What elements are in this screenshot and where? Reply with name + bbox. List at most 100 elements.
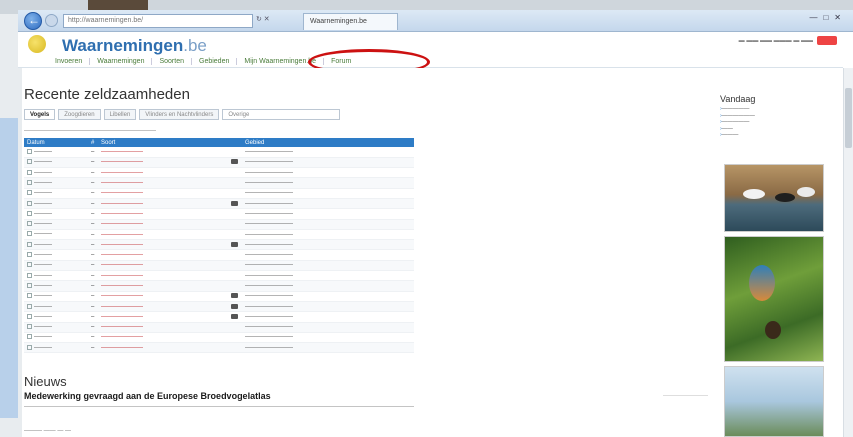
tab-vogels[interactable]: Vogels xyxy=(24,109,56,120)
row-species[interactable]: ——————— xyxy=(98,188,228,199)
back-button[interactable] xyxy=(24,12,42,30)
row-date: ——— xyxy=(24,239,88,251)
row-species[interactable]: ——————— xyxy=(98,167,228,179)
background-left-panel xyxy=(0,118,18,418)
row-count: – xyxy=(88,301,98,313)
table-row[interactable]: ——— – ——————— ———————— xyxy=(24,219,414,230)
row-species[interactable]: ——————— xyxy=(98,342,228,354)
pager[interactable]: ——— —— — — xyxy=(24,428,71,434)
col-soort[interactable]: Soort xyxy=(98,138,228,147)
nav-waarnemingen[interactable]: Waarnemingen xyxy=(90,58,153,65)
row-count: – xyxy=(88,280,98,292)
row-species[interactable]: ——————— xyxy=(98,301,228,313)
row-date: ——— xyxy=(24,260,88,272)
row-species[interactable]: ——————— xyxy=(98,147,228,158)
table-row[interactable]: ——— – ——————— ———————— xyxy=(24,311,414,323)
today-list: ————— —————— ————— —— ——— xyxy=(720,106,843,139)
table-row[interactable]: ——— – ——————— ———————— xyxy=(24,167,414,179)
table-row[interactable]: ——— – ——————— ———————— xyxy=(24,188,414,199)
site-logo[interactable]: Waarnemingen.be xyxy=(62,36,207,56)
row-count: – xyxy=(88,260,98,272)
logo-suffix: .be xyxy=(183,36,207,55)
row-photo-icon xyxy=(228,147,242,158)
species-group-select[interactable]: Overige xyxy=(222,109,341,120)
tab-libellen[interactable]: Libellen xyxy=(103,109,137,120)
table-row[interactable]: ——— – ——————— ———————— xyxy=(24,342,414,354)
row-date: ——— xyxy=(24,301,88,313)
row-count: – xyxy=(88,229,98,241)
row-photo-icon xyxy=(228,322,242,333)
row-species[interactable]: ——————— xyxy=(98,219,228,230)
row-species[interactable]: ——————— xyxy=(98,157,228,169)
col-gebied[interactable]: Gebied xyxy=(242,138,414,147)
top-user-links[interactable]: ▬ ▬▬ ▬▬ ▬▬▬ ▬ ▬▬ xyxy=(739,38,813,44)
row-photo-icon xyxy=(228,249,242,261)
row-date: ——— xyxy=(24,270,88,282)
row-species[interactable]: ——————— xyxy=(98,311,228,323)
table-row[interactable]: ——— – ——————— ———————— xyxy=(24,177,414,189)
row-date: ——— xyxy=(24,311,88,323)
row-species[interactable]: ——————— xyxy=(98,280,228,292)
browser-tab[interactable]: Waarnemingen.be xyxy=(303,13,398,30)
address-bar[interactable]: http://waarnemingen.be/ xyxy=(63,14,253,28)
forward-button[interactable] xyxy=(45,14,58,27)
row-date: ——— xyxy=(24,332,88,344)
photo-avocets[interactable] xyxy=(724,164,824,232)
table-row[interactable]: ——— – ——————— ———————— xyxy=(24,332,414,344)
row-photo-icon xyxy=(228,167,242,179)
table-row[interactable]: ——— – ——————— ———————— xyxy=(24,249,414,261)
table-row[interactable]: ——— – ——————— ———————— xyxy=(24,260,414,272)
refresh-icon[interactable]: ↻ ✕ xyxy=(256,15,270,23)
row-photo-icon xyxy=(228,280,242,292)
nav-soorten[interactable]: Soorten xyxy=(152,58,192,65)
table-row[interactable]: ——— – ——————— ———————— xyxy=(24,208,414,220)
table-row[interactable]: ——— – ——————— ———————— xyxy=(24,229,414,241)
table-row[interactable]: ——— – ——————— ———————— xyxy=(24,198,414,210)
col-count[interactable]: # xyxy=(88,138,98,147)
row-location: ———————— xyxy=(242,280,414,292)
row-species[interactable]: ——————— xyxy=(98,239,228,251)
table-row[interactable]: ——— – ——————— ———————— xyxy=(24,147,414,158)
row-species[interactable]: ——————— xyxy=(98,260,228,272)
row-location: ———————— xyxy=(242,188,414,199)
row-species[interactable]: ——————— xyxy=(98,322,228,333)
table-row[interactable]: ——— – ——————— ———————— xyxy=(24,157,414,169)
row-species[interactable]: ——————— xyxy=(98,198,228,210)
row-species[interactable]: ——————— xyxy=(98,208,228,220)
table-row[interactable]: ——— – ——————— ———————— xyxy=(24,291,414,302)
row-location: ———————— xyxy=(242,270,414,282)
table-row[interactable]: ——— – ——————— ———————— xyxy=(24,239,414,251)
window-controls[interactable]: —□✕ xyxy=(809,13,847,22)
today-item[interactable]: ——— xyxy=(720,132,843,139)
row-count: – xyxy=(88,177,98,189)
row-species[interactable]: ——————— xyxy=(98,270,228,282)
photo-nature[interactable] xyxy=(724,366,824,437)
row-species[interactable]: ——————— xyxy=(98,229,228,241)
nav-gebieden[interactable]: Gebieden xyxy=(192,58,238,65)
row-location: ———————— xyxy=(242,249,414,261)
main-content: Recente zeldzaamheden Vogels Zoogdieren … xyxy=(22,68,712,437)
photo-kingfisher[interactable] xyxy=(724,236,824,362)
nav-invoeren[interactable]: Invoeren xyxy=(48,58,91,65)
scroll-thumb[interactable] xyxy=(845,88,852,148)
row-species[interactable]: ——————— xyxy=(98,177,228,189)
table-row[interactable]: ——— – ——————— ———————— xyxy=(24,270,414,282)
tab-vlinders[interactable]: Vlinders en Nachtvlinders xyxy=(139,109,220,120)
row-date: ——— xyxy=(24,157,88,169)
table-row[interactable]: ——— – ——————— ———————— xyxy=(24,322,414,333)
col-datum[interactable]: Datum xyxy=(24,138,88,147)
row-species[interactable]: ——————— xyxy=(98,291,228,302)
news-headline[interactable]: Medewerking gevraagd aan de Europese Bro… xyxy=(24,391,271,401)
table-row[interactable]: ——— – ——————— ———————— xyxy=(24,280,414,292)
row-date: ——— xyxy=(24,167,88,179)
table-row[interactable]: ——— – ——————— ———————— xyxy=(24,301,414,313)
row-date: ——— xyxy=(24,147,88,158)
scrollbar[interactable] xyxy=(843,68,853,437)
row-species[interactable]: ——————— xyxy=(98,332,228,344)
language-flag-icon[interactable] xyxy=(817,36,837,45)
page-title: Recente zeldzaamheden xyxy=(24,86,190,103)
observations-table: Datum # Soort Gebied ——— – ——————— ————————… xyxy=(24,138,414,354)
tab-zoogdieren[interactable]: Zoogdieren xyxy=(58,109,101,120)
row-species[interactable]: ——————— xyxy=(98,249,228,261)
row-photo-icon xyxy=(228,342,242,354)
